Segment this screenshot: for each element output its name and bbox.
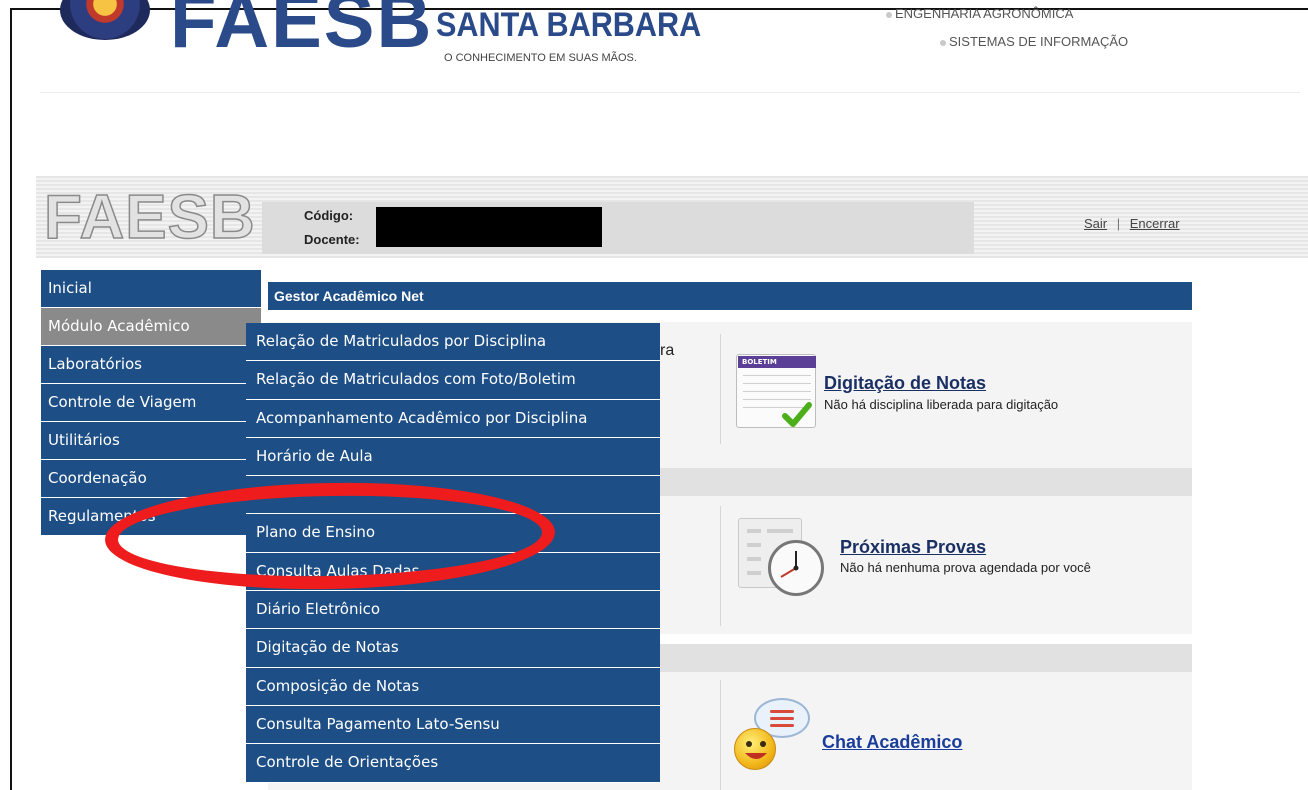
banner-divider [40, 92, 1300, 93]
submenu-item-composicao-de-notas[interactable]: Composição de Notas [246, 667, 660, 706]
column-divider [720, 334, 721, 444]
menu-item-controle-de-viagem[interactable]: Controle de Viagem [41, 384, 261, 422]
course-link-agronomia[interactable]: ENGENHARIA AGRONÔMICA [886, 6, 1073, 21]
course-link-sistemas[interactable]: SISTEMAS DE INFORMAÇÃO [940, 34, 1128, 49]
submenu-item-consulta-aulas-dadas[interactable]: Consulta Aulas Dadas [246, 552, 660, 592]
submenu-item-obscured[interactable] [246, 476, 660, 515]
redacted-user-info [376, 207, 602, 247]
main-title-bar: Gestor Acadêmico Net [268, 282, 1192, 310]
clock-face [768, 540, 824, 596]
user-info-box: Código: Docente: [262, 202, 974, 254]
codigo-label: Código: [304, 208, 354, 223]
submenu-item-plano-de-ensino[interactable]: Plano de Ensino [246, 514, 660, 553]
smiley-face [734, 728, 776, 770]
chat-icon[interactable] [734, 698, 814, 778]
chat-academico-link[interactable]: Chat Acadêmico [822, 732, 962, 753]
course-label: ENGENHARIA AGRONÔMICA [895, 6, 1074, 21]
bubble-line [770, 710, 794, 713]
header-links: Sair | Encerrar [1084, 216, 1180, 231]
course-label: SISTEMAS DE INFORMAÇÃO [949, 34, 1129, 49]
proximas-provas-link[interactable]: Próximas Provas [840, 537, 986, 558]
clock-hands [780, 551, 799, 578]
submenu-item-acompanhamento-academico[interactable]: Acompanhamento Acadêmico por Disciplina [246, 399, 660, 438]
submenu-item-pagamento-lato-sensu[interactable]: Consulta Pagamento Lato-Sensu [246, 705, 660, 745]
submenu-item-diario-eletronico[interactable]: Diário Eletrônico [246, 591, 660, 630]
smiley-features [745, 741, 767, 759]
banner-subtitle: SANTA BARBARA [436, 6, 702, 44]
bullet-icon [886, 11, 892, 18]
submenu-item-horario-de-aula[interactable]: Horário de Aula [246, 437, 660, 477]
submenu-item-controle-orientacoes[interactable]: Controle de Orientações [246, 744, 660, 783]
bubble-line [770, 724, 794, 727]
boletim-bar: BOLETIM [738, 356, 816, 368]
docente-label: Docente: [304, 232, 360, 247]
proximas-provas-description: Não há nenhuma prova agendada por você [840, 560, 1091, 575]
menu-item-regulamentos[interactable]: Regulamentos [41, 498, 261, 536]
institution-seal-logo [60, 0, 150, 40]
menu-item-inicial[interactable]: Inicial [41, 270, 261, 308]
sair-link[interactable]: Sair [1084, 216, 1107, 231]
menu-item-modulo-academico[interactable]: Módulo Acadêmico [41, 308, 261, 346]
doc-line [747, 571, 761, 575]
bullet-icon [940, 39, 946, 46]
banner-logo-text: FAESB [170, 0, 434, 64]
encerrar-link[interactable]: Encerrar [1130, 216, 1180, 231]
menu-item-laboratorios[interactable]: Laboratórios [41, 346, 261, 384]
modulo-academico-submenu: Relação de Matriculados por Disciplina R… [246, 323, 660, 783]
frame-border-left [10, 8, 12, 790]
hidden-widget-text: ra [660, 342, 675, 359]
submenu-item-matriculados-disciplina[interactable]: Relação de Matriculados por Disciplina [246, 323, 660, 362]
bubble-line [770, 717, 794, 720]
submenu-item-matriculados-foto-boletim[interactable]: Relação de Matriculados com Foto/Boletim [246, 361, 660, 400]
column-divider [720, 680, 721, 790]
banner-slogan: O CONHECIMENTO EM SUAS MÃOS. [444, 52, 637, 64]
clock-icon[interactable] [738, 518, 830, 604]
link-separator: | [1116, 216, 1121, 231]
digitacao-notas-description: Não há disciplina liberada para digitaçã… [824, 397, 1059, 412]
doc-line [747, 557, 761, 561]
doc-line [747, 543, 761, 547]
left-menu: Inicial Módulo Acadêmico Laboratórios Co… [41, 270, 261, 536]
menu-item-utilitarios[interactable]: Utilitários [41, 422, 261, 460]
check-icon [782, 402, 812, 427]
column-divider [720, 506, 721, 626]
header-logo: FAESB [43, 182, 256, 253]
submenu-item-digitacao-de-notas[interactable]: Digitação de Notas [246, 629, 660, 668]
menu-item-coordenacao[interactable]: Coordenação [41, 460, 261, 498]
doc-line [767, 529, 793, 533]
digitacao-notas-link[interactable]: Digitação de Notas [824, 373, 986, 394]
doc-line [747, 529, 761, 533]
boletim-icon[interactable]: BOLETIM [736, 354, 816, 432]
